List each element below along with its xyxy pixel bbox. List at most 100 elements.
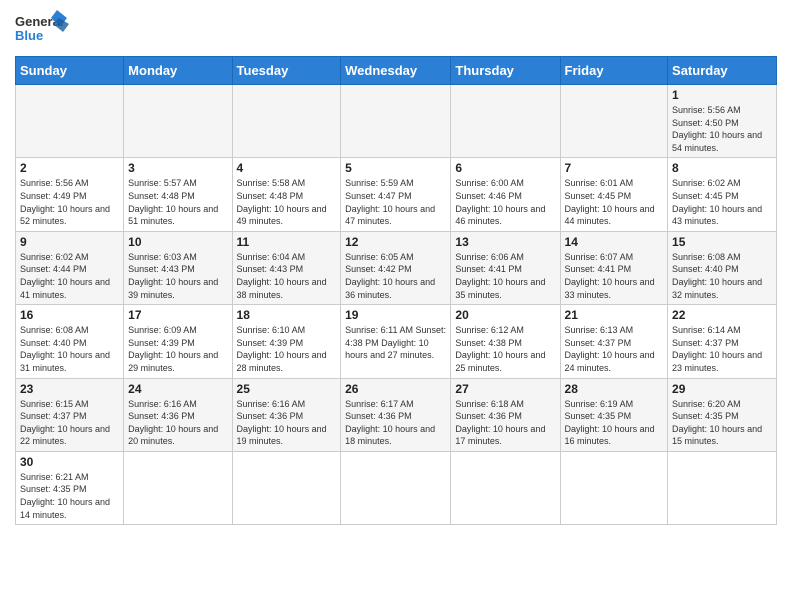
- day-info: Sunrise: 6:09 AM Sunset: 4:39 PM Dayligh…: [128, 324, 227, 374]
- weekday-header-thursday: Thursday: [451, 57, 560, 85]
- day-info: Sunrise: 5:56 AM Sunset: 4:49 PM Dayligh…: [20, 177, 119, 227]
- day-info: Sunrise: 6:17 AM Sunset: 4:36 PM Dayligh…: [345, 398, 446, 448]
- day-info: Sunrise: 6:19 AM Sunset: 4:35 PM Dayligh…: [565, 398, 664, 448]
- day-info: Sunrise: 6:05 AM Sunset: 4:42 PM Dayligh…: [345, 251, 446, 301]
- calendar-cell: 6Sunrise: 6:00 AM Sunset: 4:46 PM Daylig…: [451, 158, 560, 231]
- calendar-cell: [124, 85, 232, 158]
- calendar-cell: 10Sunrise: 6:03 AM Sunset: 4:43 PM Dayli…: [124, 231, 232, 304]
- calendar-week-row: 30 Sunrise: 6:21 AM Sunset: 4:35 PM Dayli…: [16, 451, 777, 524]
- calendar-cell: 25 Sunrise: 6:16 AM Sunset: 4:36 PM Dayli…: [232, 378, 341, 451]
- calendar-cell: [341, 451, 451, 524]
- day-info: Sunrise: 6:16 AM Sunset: 4:36 PM Dayligh…: [237, 398, 337, 448]
- calendar-cell: 11 Sunrise: 6:04 AM Sunset: 4:43 PM Dayli…: [232, 231, 341, 304]
- day-info: Sunrise: 6:20 AM Sunset: 4:35 PM Dayligh…: [672, 398, 772, 448]
- weekday-header-wednesday: Wednesday: [341, 57, 451, 85]
- day-info: Sunrise: 5:58 AM Sunset: 4:48 PM Dayligh…: [237, 177, 337, 227]
- day-number: 8: [672, 161, 772, 175]
- day-info: Sunrise: 6:11 AM Sunset: 4:38 PM Dayligh…: [345, 324, 446, 362]
- calendar-cell: [451, 451, 560, 524]
- calendar-cell: 17 Sunrise: 6:09 AM Sunset: 4:39 PM Dayli…: [124, 305, 232, 378]
- weekday-header-monday: Monday: [124, 57, 232, 85]
- calendar-cell: 5 Sunrise: 5:59 AM Sunset: 4:47 PM Daylig…: [341, 158, 451, 231]
- day-info: Sunrise: 5:59 AM Sunset: 4:47 PM Dayligh…: [345, 177, 446, 227]
- calendar-cell: 14 Sunrise: 6:07 AM Sunset: 4:41 PM Dayli…: [560, 231, 668, 304]
- day-info: Sunrise: 6:13 AM Sunset: 4:37 PM Dayligh…: [565, 324, 664, 374]
- day-number: 30: [20, 455, 119, 469]
- day-info: Sunrise: 5:56 AM Sunset: 4:50 PM Dayligh…: [672, 104, 772, 154]
- day-info: Sunrise: 6:21 AM Sunset: 4:35 PM Dayligh…: [20, 471, 119, 521]
- day-number: 17: [128, 308, 227, 322]
- day-info: Sunrise: 6:12 AM Sunset: 4:38 PM Dayligh…: [455, 324, 555, 374]
- day-info: Sunrise: 6:10 AM Sunset: 4:39 PM Dayligh…: [237, 324, 337, 374]
- day-number: 11: [237, 235, 337, 249]
- calendar-cell: [124, 451, 232, 524]
- day-info: Sunrise: 6:08 AM Sunset: 4:40 PM Dayligh…: [20, 324, 119, 374]
- calendar-week-row: 9Sunrise: 6:02 AM Sunset: 4:44 PM Daylig…: [16, 231, 777, 304]
- calendar-week-row: 16 Sunrise: 6:08 AM Sunset: 4:40 PM Dayli…: [16, 305, 777, 378]
- day-number: 12: [345, 235, 446, 249]
- day-info: Sunrise: 6:06 AM Sunset: 4:41 PM Dayligh…: [455, 251, 555, 301]
- calendar-cell: 15 Sunrise: 6:08 AM Sunset: 4:40 PM Dayli…: [668, 231, 777, 304]
- day-number: 14: [565, 235, 664, 249]
- calendar-cell: 29Sunrise: 6:20 AM Sunset: 4:35 PM Dayli…: [668, 378, 777, 451]
- calendar-week-row: 23 Sunrise: 6:15 AM Sunset: 4:37 PM Dayli…: [16, 378, 777, 451]
- calendar-cell: 9Sunrise: 6:02 AM Sunset: 4:44 PM Daylig…: [16, 231, 124, 304]
- day-number: 5: [345, 161, 446, 175]
- day-info: Sunrise: 6:16 AM Sunset: 4:36 PM Dayligh…: [128, 398, 227, 448]
- calendar-cell: [451, 85, 560, 158]
- header: General Blue: [15, 10, 777, 50]
- calendar-cell: [16, 85, 124, 158]
- day-info: Sunrise: 6:07 AM Sunset: 4:41 PM Dayligh…: [565, 251, 664, 301]
- day-number: 23: [20, 382, 119, 396]
- day-number: 2: [20, 161, 119, 175]
- calendar-cell: 13 Sunrise: 6:06 AM Sunset: 4:41 PM Dayli…: [451, 231, 560, 304]
- calendar-cell: 28Sunrise: 6:19 AM Sunset: 4:35 PM Dayli…: [560, 378, 668, 451]
- calendar-cell: 16 Sunrise: 6:08 AM Sunset: 4:40 PM Dayli…: [16, 305, 124, 378]
- day-number: 20: [455, 308, 555, 322]
- day-number: 21: [565, 308, 664, 322]
- day-number: 1: [672, 88, 772, 102]
- calendar-cell: 2 Sunrise: 5:56 AM Sunset: 4:49 PM Daylig…: [16, 158, 124, 231]
- calendar-cell: 7 Sunrise: 6:01 AM Sunset: 4:45 PM Daylig…: [560, 158, 668, 231]
- calendar-cell: 24 Sunrise: 6:16 AM Sunset: 4:36 PM Dayli…: [124, 378, 232, 451]
- day-info: Sunrise: 6:08 AM Sunset: 4:40 PM Dayligh…: [672, 251, 772, 301]
- day-info: Sunrise: 6:02 AM Sunset: 4:45 PM Dayligh…: [672, 177, 772, 227]
- day-number: 25: [237, 382, 337, 396]
- calendar-cell: 3 Sunrise: 5:57 AM Sunset: 4:48 PM Daylig…: [124, 158, 232, 231]
- calendar-cell: 20 Sunrise: 6:12 AM Sunset: 4:38 PM Dayli…: [451, 305, 560, 378]
- calendar-cell: 22Sunrise: 6:14 AM Sunset: 4:37 PM Dayli…: [668, 305, 777, 378]
- day-number: 18: [237, 308, 337, 322]
- day-number: 19: [345, 308, 446, 322]
- day-info: Sunrise: 6:03 AM Sunset: 4:43 PM Dayligh…: [128, 251, 227, 301]
- calendar-cell: [560, 85, 668, 158]
- generalblue-logo-icon: General Blue: [15, 10, 70, 50]
- calendar-cell: 8 Sunrise: 6:02 AM Sunset: 4:45 PM Daylig…: [668, 158, 777, 231]
- day-number: 15: [672, 235, 772, 249]
- day-number: 13: [455, 235, 555, 249]
- calendar-cell: 12 Sunrise: 6:05 AM Sunset: 4:42 PM Dayli…: [341, 231, 451, 304]
- day-number: 7: [565, 161, 664, 175]
- logo: General Blue: [15, 10, 70, 50]
- calendar-cell: 21 Sunrise: 6:13 AM Sunset: 4:37 PM Dayli…: [560, 305, 668, 378]
- calendar-week-row: 1 Sunrise: 5:56 AM Sunset: 4:50 PM Daylig…: [16, 85, 777, 158]
- calendar-week-row: 2 Sunrise: 5:56 AM Sunset: 4:49 PM Daylig…: [16, 158, 777, 231]
- calendar-cell: [560, 451, 668, 524]
- weekday-header-saturday: Saturday: [668, 57, 777, 85]
- day-number: 16: [20, 308, 119, 322]
- calendar-cell: 26Sunrise: 6:17 AM Sunset: 4:36 PM Dayli…: [341, 378, 451, 451]
- day-info: Sunrise: 6:04 AM Sunset: 4:43 PM Dayligh…: [237, 251, 337, 301]
- calendar-cell: [341, 85, 451, 158]
- day-info: Sunrise: 6:15 AM Sunset: 4:37 PM Dayligh…: [20, 398, 119, 448]
- calendar-cell: 19 Sunrise: 6:11 AM Sunset: 4:38 PM Dayli…: [341, 305, 451, 378]
- weekday-header-tuesday: Tuesday: [232, 57, 341, 85]
- weekday-header-friday: Friday: [560, 57, 668, 85]
- calendar-cell: [232, 85, 341, 158]
- day-info: Sunrise: 5:57 AM Sunset: 4:48 PM Dayligh…: [128, 177, 227, 227]
- day-info: Sunrise: 6:01 AM Sunset: 4:45 PM Dayligh…: [565, 177, 664, 227]
- day-number: 24: [128, 382, 227, 396]
- calendar-cell: 30 Sunrise: 6:21 AM Sunset: 4:35 PM Dayli…: [16, 451, 124, 524]
- day-number: 27: [455, 382, 555, 396]
- calendar-cell: 27Sunrise: 6:18 AM Sunset: 4:36 PM Dayli…: [451, 378, 560, 451]
- day-info: Sunrise: 6:14 AM Sunset: 4:37 PM Dayligh…: [672, 324, 772, 374]
- day-number: 3: [128, 161, 227, 175]
